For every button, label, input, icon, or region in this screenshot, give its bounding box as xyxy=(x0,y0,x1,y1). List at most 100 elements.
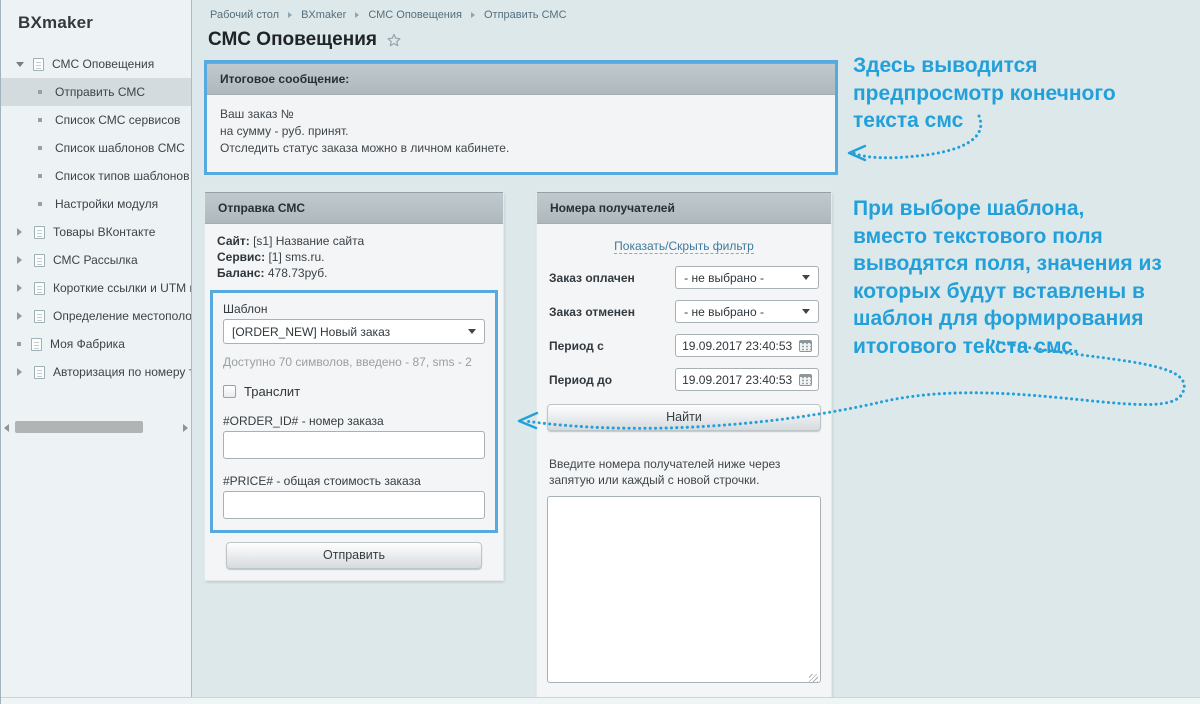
balance-value: 478.73руб. xyxy=(268,266,328,280)
recipients-panel: Номера получателей Показать/Скрыть фильт… xyxy=(537,192,831,702)
service-info-line: Сервис: [1] sms.ru. xyxy=(217,249,491,265)
find-button[interactable]: Найти xyxy=(547,404,821,431)
bullet-icon xyxy=(38,174,42,178)
chevron-down-icon xyxy=(468,329,476,334)
breadcrumb-item-send-sms[interactable]: Отправить СМС xyxy=(484,9,567,21)
order-canceled-select-value: - не выбрано - xyxy=(684,305,802,319)
period-from-row: Период с xyxy=(549,334,819,357)
sidebar-item-module-settings[interactable]: Настройки модуля xyxy=(1,190,191,218)
scroll-left-arrow-icon[interactable] xyxy=(4,424,9,432)
scrollbar-thumb[interactable] xyxy=(15,421,143,433)
balance-info-line: Баланс: 478.73руб. xyxy=(217,265,491,281)
annotation-line: шаблон для формирования xyxy=(853,305,1162,333)
sidebar-item-sms-services-list[interactable]: Список СМС сервисов xyxy=(1,106,191,134)
sidebar-item-label: Товары ВКонтакте xyxy=(53,225,155,239)
bullet-icon xyxy=(38,90,42,94)
preview-box-header: Итоговое сообщение: xyxy=(207,63,835,95)
scroll-right-arrow-icon[interactable] xyxy=(183,424,188,432)
document-icon xyxy=(34,254,45,267)
site-label: Сайт: xyxy=(217,234,250,248)
price-input[interactable] xyxy=(223,491,485,519)
chevron-down-icon[interactable] xyxy=(16,62,24,67)
document-icon xyxy=(34,226,45,239)
template-fields-highlight-box: Шаблон [ORDER_NEW] Новый заказ Доступно … xyxy=(210,290,498,533)
translit-checkbox-row[interactable]: Транслит xyxy=(223,384,485,399)
document-icon xyxy=(34,366,45,379)
sms-counter-text: Доступно 70 символов, введено - 87, sms … xyxy=(223,355,485,369)
send-sms-panel: Отправка СМС Сайт: [s1] Название сайта С… xyxy=(205,192,503,580)
sidebar-logo: BXmaker xyxy=(1,0,191,33)
chevron-right-icon[interactable] xyxy=(17,256,22,264)
translit-checkbox[interactable] xyxy=(223,385,236,398)
sidebar-item-label: Список СМС сервисов xyxy=(55,113,180,127)
translit-label: Транслит xyxy=(244,384,300,399)
sidebar-menu: СМС Оповещения Отправить СМС Список СМС … xyxy=(1,50,191,386)
sidebar-item-sms-templates-list[interactable]: Список шаблонов СМС xyxy=(1,134,191,162)
annotation-line: текста смс xyxy=(853,107,1116,135)
sidebar-horizontal-scrollbar[interactable] xyxy=(2,420,191,436)
sidebar-item-sms-mailing[interactable]: СМС Рассылка xyxy=(1,246,191,274)
breadcrumb-item-desktop[interactable]: Рабочий стол xyxy=(210,9,279,21)
sidebar-item-short-links-utm[interactable]: Короткие ссылки и UTM метки xyxy=(1,274,191,302)
chevron-right-icon[interactable] xyxy=(17,312,22,320)
recipients-numbers-textarea[interactable] xyxy=(547,496,821,683)
preview-line: на сумму - руб. принят. xyxy=(220,123,822,140)
sidebar-item-label: Настройки модуля xyxy=(55,197,158,211)
sidebar-item-label: Короткие ссылки и UTM метки xyxy=(53,281,191,295)
template-label: Шаблон xyxy=(223,302,485,316)
order-canceled-row: Заказ отменен - не выбрано - xyxy=(549,300,819,323)
final-message-preview-box: Итоговое сообщение: Ваш заказ № на сумму… xyxy=(204,60,838,175)
arrowhead-preview xyxy=(849,146,865,160)
chevron-right-icon[interactable] xyxy=(17,228,22,236)
breadcrumb-separator-icon xyxy=(355,12,359,18)
chevron-right-icon[interactable] xyxy=(17,284,22,292)
period-to-field xyxy=(675,368,819,391)
sidebar-item-vk-goods[interactable]: Товары ВКонтакте xyxy=(1,218,191,246)
order-paid-row: Заказ оплачен - не выбрано - xyxy=(549,266,819,289)
toggle-filter-link[interactable]: Показать/Скрыть фильтр xyxy=(614,239,754,254)
period-from-label: Период с xyxy=(549,339,675,353)
send-button[interactable]: Отправить xyxy=(226,542,482,569)
breadcrumb-separator-icon xyxy=(288,12,292,18)
period-to-input[interactable] xyxy=(682,373,794,387)
sidebar-item-label: СМС Оповещения xyxy=(52,57,154,71)
order-paid-select-value: - не выбрано - xyxy=(684,271,802,285)
sidebar-item-label: Определение местоположения xyxy=(53,309,191,323)
sidebar-item-label: Отправить СМС xyxy=(55,85,145,99)
bullet-icon xyxy=(38,118,42,122)
breadcrumb-item-sms-notifications[interactable]: СМС Оповещения xyxy=(368,9,462,21)
document-icon xyxy=(31,338,42,351)
recipients-hint-text: Введите номера получателей ниже через за… xyxy=(549,456,819,488)
sidebar-item-geolocation[interactable]: Определение местоположения xyxy=(1,302,191,330)
sidebar-item-phone-auth[interactable]: Авторизация по номеру телефона xyxy=(1,358,191,386)
sidebar: BXmaker СМС Оповещения Отправить СМС Спи… xyxy=(1,0,192,704)
annotation-line: итогового текста смс. xyxy=(853,333,1162,361)
sidebar-item-label: СМС Рассылка xyxy=(53,253,138,267)
sidebar-item-my-fabrika[interactable]: Моя Фабрика xyxy=(1,330,191,358)
price-field-label: #PRICE# - общая стоимость заказа xyxy=(223,474,485,488)
sidebar-item-send-sms[interactable]: Отправить СМС xyxy=(1,78,191,106)
bullet-icon xyxy=(17,342,21,346)
calendar-icon[interactable] xyxy=(799,340,812,352)
period-from-input[interactable] xyxy=(682,339,794,353)
period-from-field xyxy=(675,334,819,357)
favorite-star-icon[interactable] xyxy=(386,32,402,48)
arrowhead-template xyxy=(519,413,537,428)
bottom-status-bar xyxy=(1,697,1200,704)
breadcrumb-item-bxmaker[interactable]: BXmaker xyxy=(301,9,346,21)
annotation-line: Здесь выводится xyxy=(853,52,1116,80)
template-select[interactable]: [ORDER_NEW] Новый заказ xyxy=(223,319,485,344)
chevron-right-icon[interactable] xyxy=(17,368,22,376)
order-id-input[interactable] xyxy=(223,431,485,459)
service-label: Сервис: xyxy=(217,250,265,264)
calendar-icon[interactable] xyxy=(799,374,812,386)
period-to-row: Период до xyxy=(549,368,819,391)
sidebar-item-sms-notifications[interactable]: СМС Оповещения xyxy=(1,50,191,78)
chevron-down-icon xyxy=(802,275,810,280)
template-select-value: [ORDER_NEW] Новый заказ xyxy=(232,325,468,339)
annotation-line: вместо текстового поля xyxy=(853,223,1162,251)
order-canceled-select[interactable]: - не выбрано - xyxy=(675,300,819,323)
site-info-line: Сайт: [s1] Название сайта xyxy=(217,233,491,249)
order-paid-select[interactable]: - не выбрано - xyxy=(675,266,819,289)
sidebar-item-sms-template-types-list[interactable]: Список типов шаблонов СМС xyxy=(1,162,191,190)
